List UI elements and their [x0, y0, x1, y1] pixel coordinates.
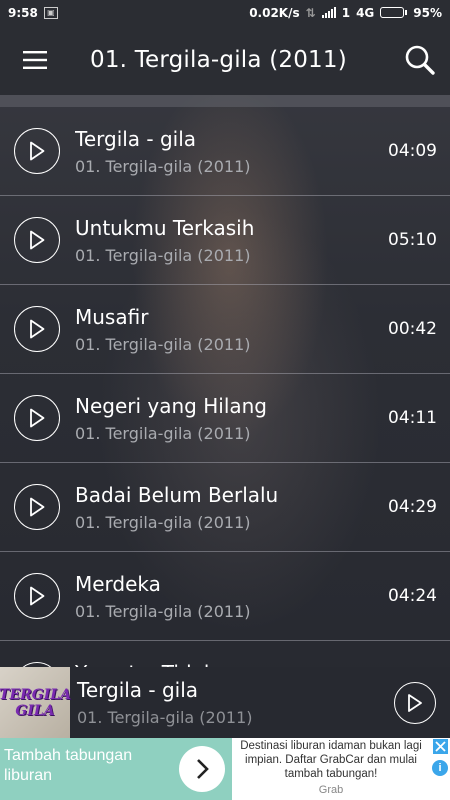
cover-text-line-2: GILA [15, 702, 55, 719]
track-meta: Musafir 01. Tergila-gila (2011) [75, 305, 388, 354]
track-play-button[interactable] [14, 395, 60, 441]
page-title: 01. Tergila-gila (2011) [90, 47, 347, 73]
signal-icon [321, 7, 336, 18]
play-icon [30, 497, 45, 517]
track-duration: 04:11 [388, 408, 437, 428]
battery-icon [380, 7, 408, 18]
search-button[interactable] [390, 25, 450, 95]
track-duration: 05:10 [388, 230, 437, 250]
chevron-right-icon [197, 759, 209, 779]
screen-record-icon: ▣ [43, 6, 58, 19]
album-cover[interactable]: TERGILA GILA [0, 667, 71, 738]
play-icon [30, 319, 45, 339]
app-header: 01. Tergila-gila (2011) [0, 25, 450, 95]
track-meta: Negeri yang Hilang 01. Tergila-gila (2011… [75, 394, 388, 443]
track-play-button[interactable] [14, 484, 60, 530]
ad-banner[interactable]: Tambah tabungan liburan Destinasi libura… [0, 738, 450, 800]
track-list[interactable]: Tergila - gila 01. Tergila-gila (2011) 04:… [0, 107, 450, 667]
play-icon [30, 586, 45, 606]
ad-brand: Grab [318, 784, 344, 796]
track-meta: Badai Belum Berlalu 01. Tergila-gila (201… [75, 483, 388, 532]
track-row[interactable]: Tergila - gila 01. Tergila-gila (2011) 04:… [0, 107, 450, 196]
ad-info-icon[interactable]: i [432, 760, 448, 776]
track-album: 01. Tergila-gila (2011) [75, 601, 251, 621]
now-playing-album: 01. Tergila-gila (2011) [77, 708, 253, 727]
track-album: 01. Tergila-gila (2011) [75, 156, 251, 176]
ad-body-text: Destinasi liburan idaman bukan lagi impi… [240, 740, 422, 780]
data-arrows-icon: ⇅ [305, 5, 316, 20]
track-title: Merdeka [75, 571, 161, 596]
track-title: Untukmu Terkasih [75, 215, 255, 240]
play-icon [30, 230, 45, 250]
ad-cta-button[interactable] [179, 746, 225, 792]
hamburger-menu-icon [23, 51, 47, 69]
header-divider [0, 95, 450, 107]
track-meta: Untukmu Terkasih 01. Tergila-gila (2011) [75, 216, 388, 265]
ad-close-icon[interactable] [433, 739, 448, 754]
network-type: 4G [356, 5, 375, 20]
track-play-button[interactable] [14, 306, 60, 352]
track-play-button[interactable] [14, 573, 60, 619]
search-icon [405, 45, 435, 75]
track-row[interactable]: Badai Belum Berlalu 01. Tergila-gila (201… [0, 463, 450, 552]
track-row[interactable]: Yang t... Tidak01. Tergila-gila (2011) [0, 641, 450, 667]
net-speed: 0.02K/s [249, 5, 300, 20]
track-title: Musafir [75, 304, 149, 329]
ad-text-panel[interactable]: Destinasi liburan idaman bukan lagi impi… [232, 738, 450, 800]
play-icon [30, 408, 45, 428]
now-playing-title: Tergila - gila [77, 678, 199, 702]
status-time: 9:58 [8, 5, 38, 20]
track-title: Negeri yang Hilang [75, 393, 268, 418]
track-album: 01. Tergila-gila (2011) [75, 512, 251, 532]
track-title: Badai Belum Berlalu [75, 482, 279, 507]
track-album: 01. Tergila-gila (2011) [75, 334, 251, 354]
track-row[interactable]: Untukmu Terkasih 01. Tergila-gila (2011) 0… [0, 196, 450, 285]
track-album: 01. Tergila-gila (2011) [75, 423, 251, 443]
track-play-button[interactable] [14, 128, 60, 174]
play-icon [408, 693, 422, 712]
battery-percent: 95% [413, 5, 442, 20]
track-duration: 04:29 [388, 497, 437, 517]
track-meta: Tergila - gila 01. Tergila-gila (2011) [75, 127, 388, 176]
track-duration: 00:42 [388, 319, 437, 339]
now-playing-play-button[interactable] [394, 681, 436, 724]
now-playing-info: Tergila - gila 01. Tergila-gila (2011) [70, 678, 394, 727]
track-play-button[interactable] [14, 217, 60, 263]
now-playing-bar[interactable]: TERGILA GILA Tergila - gila 01. Tergila-… [0, 667, 450, 738]
track-meta: Merdeka 01. Tergila-gila (2011) [75, 572, 388, 621]
track-album: 01. Tergila-gila (2011) [75, 245, 251, 265]
ad-headline: Tambah tabungan liburan [4, 747, 133, 784]
track-duration: 04:24 [388, 586, 437, 606]
sim-number: 1 [341, 5, 351, 20]
menu-button[interactable] [0, 25, 70, 95]
track-row[interactable]: Negeri yang Hilang 01. Tergila-gila (2011… [0, 374, 450, 463]
status-bar: 9:58 ▣ 0.02K/s ⇅ 1 4G 95% [0, 0, 450, 25]
track-title: Tergila - gila [75, 126, 197, 151]
play-icon [30, 141, 45, 161]
track-row[interactable]: Musafir 01. Tergila-gila (2011) 00:42 [0, 285, 450, 374]
cover-text-line-1: TERGILA [0, 686, 71, 703]
track-duration: 04:09 [388, 141, 437, 161]
track-row[interactable]: Merdeka 01. Tergila-gila (2011) 04:24 [0, 552, 450, 641]
ad-image-panel[interactable]: Tambah tabungan liburan [0, 738, 232, 800]
